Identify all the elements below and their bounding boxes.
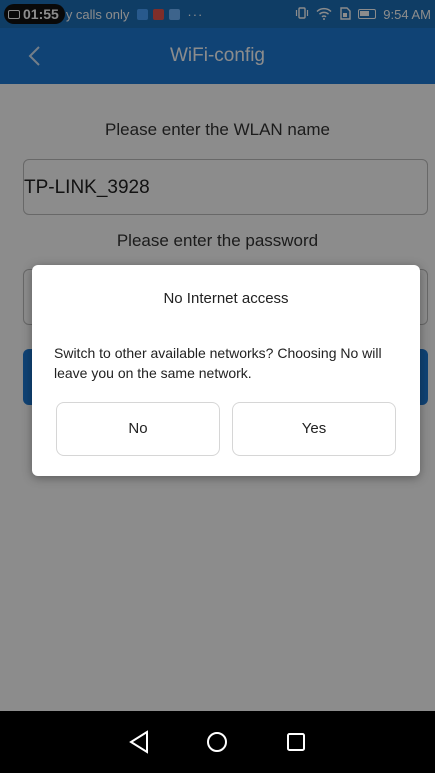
yes-button[interactable]: Yes: [232, 402, 396, 456]
dialog-scrim-top: [0, 0, 435, 84]
triangle-back-icon: [129, 730, 149, 754]
dialog-message: Switch to other available networks? Choo…: [54, 345, 382, 381]
dialog-title: No Internet access: [163, 290, 289, 307]
square-recents-icon: [286, 733, 305, 751]
nav-recents-button[interactable]: [281, 727, 311, 757]
no-internet-dialog: No Internet access Switch to other avail…: [32, 265, 420, 476]
no-button[interactable]: No: [56, 402, 220, 456]
circle-home-icon: [207, 732, 228, 752]
nav-back-button[interactable]: [124, 727, 154, 757]
nav-home-button[interactable]: [202, 727, 232, 757]
system-nav-bar: [0, 711, 435, 773]
screen: 01:55 y calls only ··· 9:54 AM WiFi-conf…: [0, 0, 435, 773]
